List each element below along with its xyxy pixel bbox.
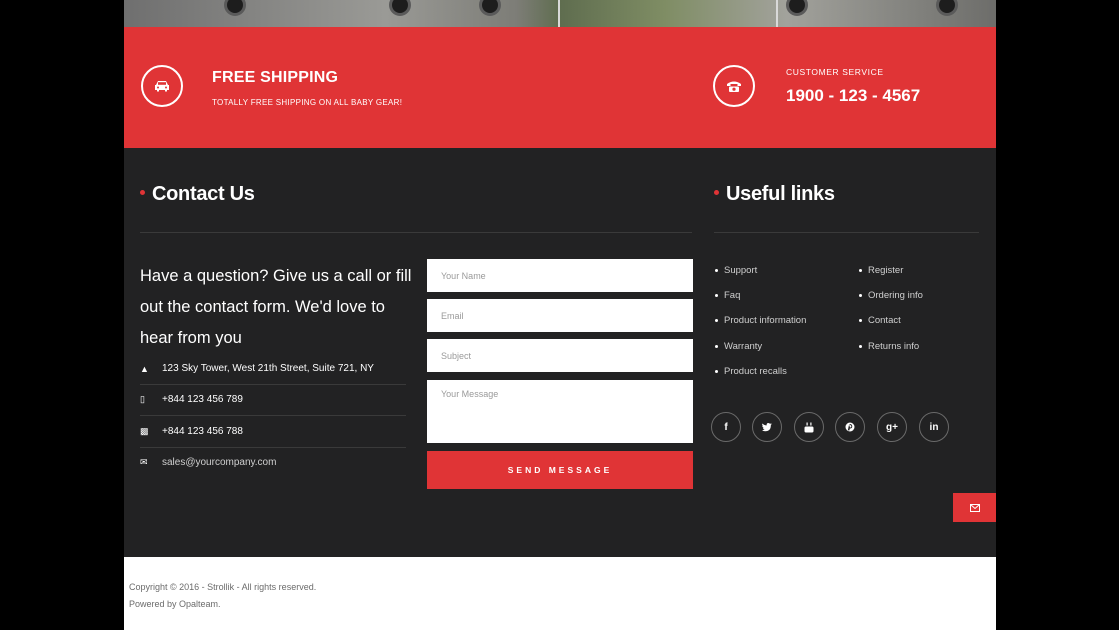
telephone-icon <box>713 65 755 107</box>
address-text: 123 Sky Tower, West 21th Street, Suite 7… <box>162 363 374 374</box>
car-icon <box>141 65 183 107</box>
name-input[interactable] <box>427 259 693 292</box>
twitter-icon[interactable] <box>752 412 782 442</box>
heading-bullet <box>714 190 719 196</box>
powered-by-text: Powered by Opalteam. <box>129 599 221 609</box>
link-contact[interactable]: Contact <box>859 315 901 326</box>
stroller-wheel <box>224 0 246 16</box>
page-frame: FREE SHIPPING TOTALLY FREE SHIPPING ON A… <box>124 0 996 630</box>
email-row: ✉ sales@yourcompany.com <box>140 447 406 478</box>
link-support[interactable]: Support <box>715 265 757 276</box>
facebook-icon[interactable]: f <box>711 412 741 442</box>
shipping-title: FREE SHIPPING <box>212 69 339 86</box>
stroller-wheel <box>479 0 501 16</box>
footer-section: Contact Us Have a question? Give us a ca… <box>124 148 996 557</box>
message-textarea[interactable] <box>427 380 693 443</box>
phone-row: ▯ +844 123 456 789 <box>140 384 406 416</box>
product-image-strip <box>124 0 996 27</box>
email-text[interactable]: sales@yourcompany.com <box>162 457 276 468</box>
link-register[interactable]: Register <box>859 265 903 276</box>
image-divider <box>776 0 778 27</box>
shipping-subtitle: TOTALLY FREE SHIPPING ON ALL BABY GEAR! <box>212 98 403 107</box>
useful-links-heading: Useful links <box>714 183 835 206</box>
contact-heading-text: Contact Us <box>152 183 255 205</box>
link-returns-info[interactable]: Returns info <box>859 341 919 352</box>
linkedin-icon[interactable]: in <box>919 412 949 442</box>
stroller-wheel <box>786 0 808 16</box>
home-icon: ▲ <box>140 363 149 374</box>
customer-service-phone: 1900 - 123 - 4567 <box>786 86 921 105</box>
link-ordering-info[interactable]: Ordering info <box>859 290 923 301</box>
link-faq[interactable]: Faq <box>715 290 740 301</box>
google-plus-icon[interactable]: g+ <box>877 412 907 442</box>
contact-heading: Contact Us <box>140 183 255 206</box>
fax-text: +844 123 456 788 <box>162 426 243 437</box>
copyright-text: Copyright © 2016 - Strollik - All rights… <box>129 582 317 592</box>
envelope-icon <box>969 503 980 512</box>
contact-divider <box>140 232 692 233</box>
address-row: ▲ 123 Sky Tower, West 21th Street, Suite… <box>140 353 406 385</box>
floating-mail-button[interactable] <box>953 493 996 522</box>
mobile-icon: ▯ <box>140 394 145 404</box>
youtube-icon[interactable] <box>794 412 824 442</box>
shipping-banner: FREE SHIPPING TOTALLY FREE SHIPPING ON A… <box>124 27 996 148</box>
copyright-bar: Copyright © 2016 - Strollik - All rights… <box>124 557 996 630</box>
pinterest-icon[interactable] <box>835 412 865 442</box>
link-warranty[interactable]: Warranty <box>715 341 762 352</box>
stroller-wheel <box>936 0 958 16</box>
image-divider <box>558 0 560 27</box>
fax-icon: ▩ <box>140 426 149 436</box>
email-input[interactable] <box>427 299 693 332</box>
phone-text: +844 123 456 789 <box>162 394 243 405</box>
send-message-button[interactable]: SEND MESSAGE <box>427 451 693 489</box>
contact-intro: Have a question? Give us a call or fill … <box>140 267 412 347</box>
useful-links-heading-text: Useful links <box>726 183 835 205</box>
links-divider <box>714 232 979 233</box>
subject-input[interactable] <box>427 339 693 372</box>
envelope-icon: ✉ <box>140 457 148 467</box>
customer-service-label: CUSTOMER SERVICE <box>786 67 884 77</box>
heading-bullet <box>140 190 145 196</box>
link-product-information[interactable]: Product information <box>715 315 806 326</box>
link-product-recalls[interactable]: Product recalls <box>715 366 787 377</box>
fax-row: ▩ +844 123 456 788 <box>140 416 406 448</box>
stroller-wheel <box>389 0 411 16</box>
